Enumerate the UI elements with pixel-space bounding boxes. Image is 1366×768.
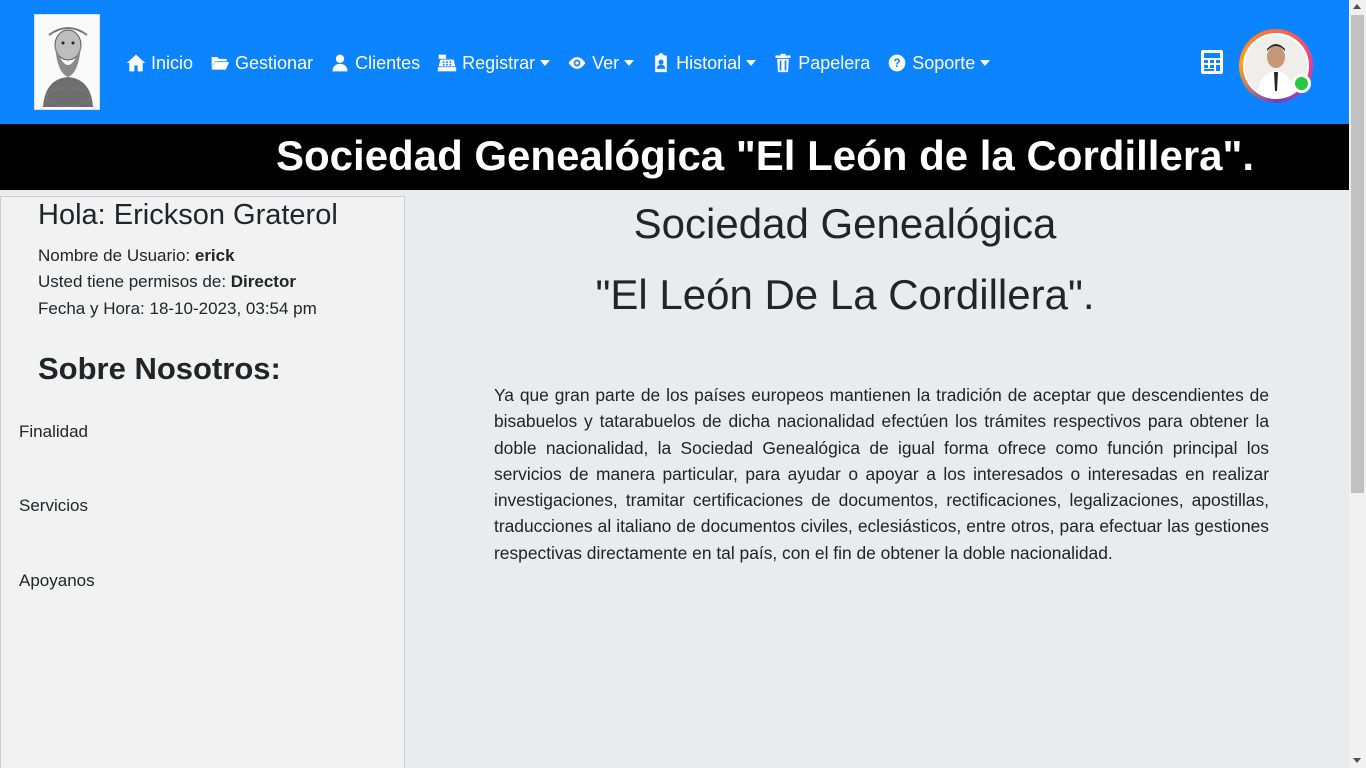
nav-inicio[interactable]: Inicio (126, 53, 193, 74)
link-finalidad[interactable]: Finalidad (19, 422, 88, 442)
marquee-banner: Sociedad Genealógica "El León de la Cord… (0, 124, 1349, 190)
caret-down-icon (624, 60, 635, 66)
main-title-line1: Sociedad Genealógica (633, 200, 1057, 247)
datetime-value: 18-10-2023, 03:54 pm (149, 299, 317, 318)
nav-ver[interactable]: Ver (567, 52, 635, 74)
home-icon (126, 53, 146, 73)
datetime-row: Fecha y Hora: 18-10-2023, 03:54 pm (38, 299, 317, 319)
main-paragraph: Ya que gran parte de los países europeos… (494, 385, 1269, 563)
nav-soporte-label: Soporte (912, 52, 976, 73)
nav-registrar-label: Registrar (462, 52, 536, 73)
nav-soporte[interactable]: ? Soporte (887, 52, 991, 74)
sidebar: Hola: Erickson Graterol Nombre de Usuari… (0, 196, 405, 768)
navbar: Inicio Gestionar Clientes Registrar Ver … (0, 0, 1349, 124)
nav-ver-label: Ver (592, 52, 620, 73)
link-servicios[interactable]: Servicios (19, 496, 88, 516)
nav-registrar[interactable]: Registrar (437, 52, 551, 74)
eye-icon (567, 53, 587, 73)
caret-down-icon (540, 60, 551, 66)
user-icon (330, 53, 350, 73)
question-circle-icon: ? (887, 53, 907, 73)
nav-menu: Inicio Gestionar Clientes Registrar Ver … (126, 50, 1007, 76)
nav-clientes[interactable]: Clientes (330, 53, 420, 74)
svg-text:?: ? (894, 57, 901, 70)
trash-icon (773, 53, 793, 73)
nav-inicio-label: Inicio (151, 52, 194, 73)
nav-papelera[interactable]: Papelera (773, 53, 870, 74)
scroll-up-arrow-icon[interactable] (1353, 4, 1361, 9)
datetime-label: Fecha y Hora: (38, 299, 145, 318)
main-title-line2: "El León De La Cordillera". (595, 271, 1095, 318)
clipboard-user-icon (651, 53, 671, 73)
nav-papelera-label: Papelera (798, 52, 871, 73)
username-value: erick (194, 246, 235, 265)
scroll-thumb[interactable] (1351, 15, 1364, 493)
nav-historial[interactable]: Historial (651, 52, 757, 74)
cash-register-icon (437, 53, 457, 73)
nav-historial-label: Historial (676, 52, 742, 73)
portrait-logo[interactable] (34, 14, 100, 110)
scroll-down-arrow-icon[interactable] (1353, 758, 1361, 763)
about-title: Sobre Nosotros: (38, 351, 281, 386)
greeting: Hola: Erickson Graterol (38, 199, 338, 231)
nav-gestionar-label: Gestionar (235, 52, 314, 73)
caret-down-icon (980, 60, 991, 66)
calculator-icon[interactable] (1201, 50, 1223, 74)
caret-down-icon (746, 60, 757, 66)
banner-text: Sociedad Genealógica "El León de la Cord… (276, 132, 1255, 179)
permissions-label: Usted tiene permisos de: (38, 272, 227, 291)
username-label: Nombre de Usuario: (38, 246, 191, 265)
permissions-row: Usted tiene permisos de: Director (38, 272, 296, 292)
permissions-value: Director (230, 272, 296, 291)
page-scrollbar[interactable] (1349, 0, 1366, 768)
nav-gestionar[interactable]: Gestionar (210, 53, 313, 74)
link-apoyanos[interactable]: Apoyanos (19, 571, 95, 591)
online-status-indicator (1292, 74, 1311, 93)
username-row: Nombre de Usuario: erick (38, 246, 235, 266)
nav-clientes-label: Clientes (355, 52, 421, 73)
folder-open-icon (210, 53, 230, 73)
